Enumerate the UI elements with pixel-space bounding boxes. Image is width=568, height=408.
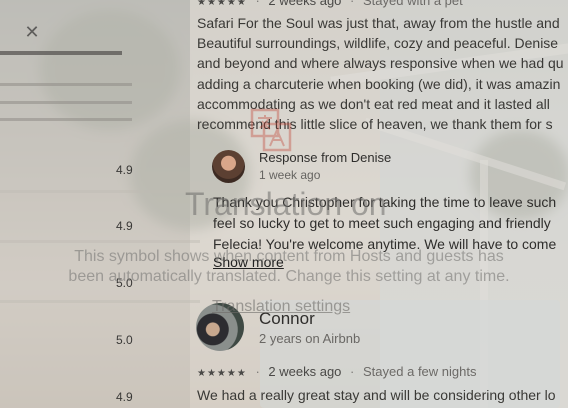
review-line: recommend this little slice of heaven, w…: [197, 116, 553, 133]
category-rating-bar: [0, 83, 132, 86]
review-line: adding a charcuterie when booking (we di…: [197, 75, 561, 92]
review-meta: ★★★★★ · 2 weeks ago · Stayed with a pet: [197, 0, 463, 8]
review-meta: ★★★★★ · 2 weeks ago · Stayed a few night…: [197, 364, 477, 379]
star-rating: ★★★★★: [197, 368, 247, 379]
review-date: 2 weeks ago: [268, 364, 342, 379]
reviewer-tenure: 2 years on Airbnb: [259, 331, 361, 346]
close-icon: ✕: [24, 21, 40, 42]
review-date: 2 weeks ago: [268, 0, 342, 8]
category-rating-bar: [0, 118, 132, 121]
category-score: 5.0: [116, 276, 133, 290]
category-rating-bar: [0, 101, 132, 104]
host-response-title: Response from Denise: [259, 150, 392, 165]
host-response-date: 1 week ago: [259, 168, 321, 182]
reviewer-avatar[interactable]: [196, 303, 244, 351]
category-score: 4.9: [116, 390, 133, 404]
response-line: Felecia! You're welcome anytime. We will…: [213, 236, 557, 252]
close-button[interactable]: ✕: [20, 20, 44, 44]
host-response-text: Thank you Christopher for taking the tim…: [213, 192, 568, 255]
host-avatar[interactable]: [212, 150, 245, 183]
response-line: Thank you Christopher for taking the tim…: [213, 194, 557, 210]
stay-type: Stayed a few nights: [363, 364, 477, 379]
review-line: Safari For the Soul was just that, away …: [197, 15, 560, 31]
response-line: feel so lucky to get to meet such engagi…: [213, 215, 551, 231]
stay-type: Stayed with a pet: [363, 0, 463, 8]
review-line: accommodating as we don't eat red meat a…: [197, 95, 550, 112]
review-text: We had a really great stay and will be c…: [197, 387, 556, 403]
review-line: and beyond and where always responsive w…: [197, 55, 564, 72]
review-text: Safari For the Soul was just that, away …: [197, 13, 568, 134]
review-line: Beautiful surroundings, wildlife, cozy a…: [197, 35, 559, 52]
category-score: 4.9: [116, 163, 133, 177]
category-score: 4.9: [116, 219, 133, 233]
reviews-dialog: ✕ 4.9 4.9 5.0 5.0 4.9 ★★★★★ · 2 weeks ag…: [0, 0, 568, 408]
overall-rating-bar: [0, 51, 122, 55]
category-score: 5.0: [116, 333, 133, 347]
star-rating: ★★★★★: [197, 0, 247, 8]
reviewer-name: Connor: [259, 309, 315, 328]
show-more-link[interactable]: Show more: [213, 254, 284, 270]
